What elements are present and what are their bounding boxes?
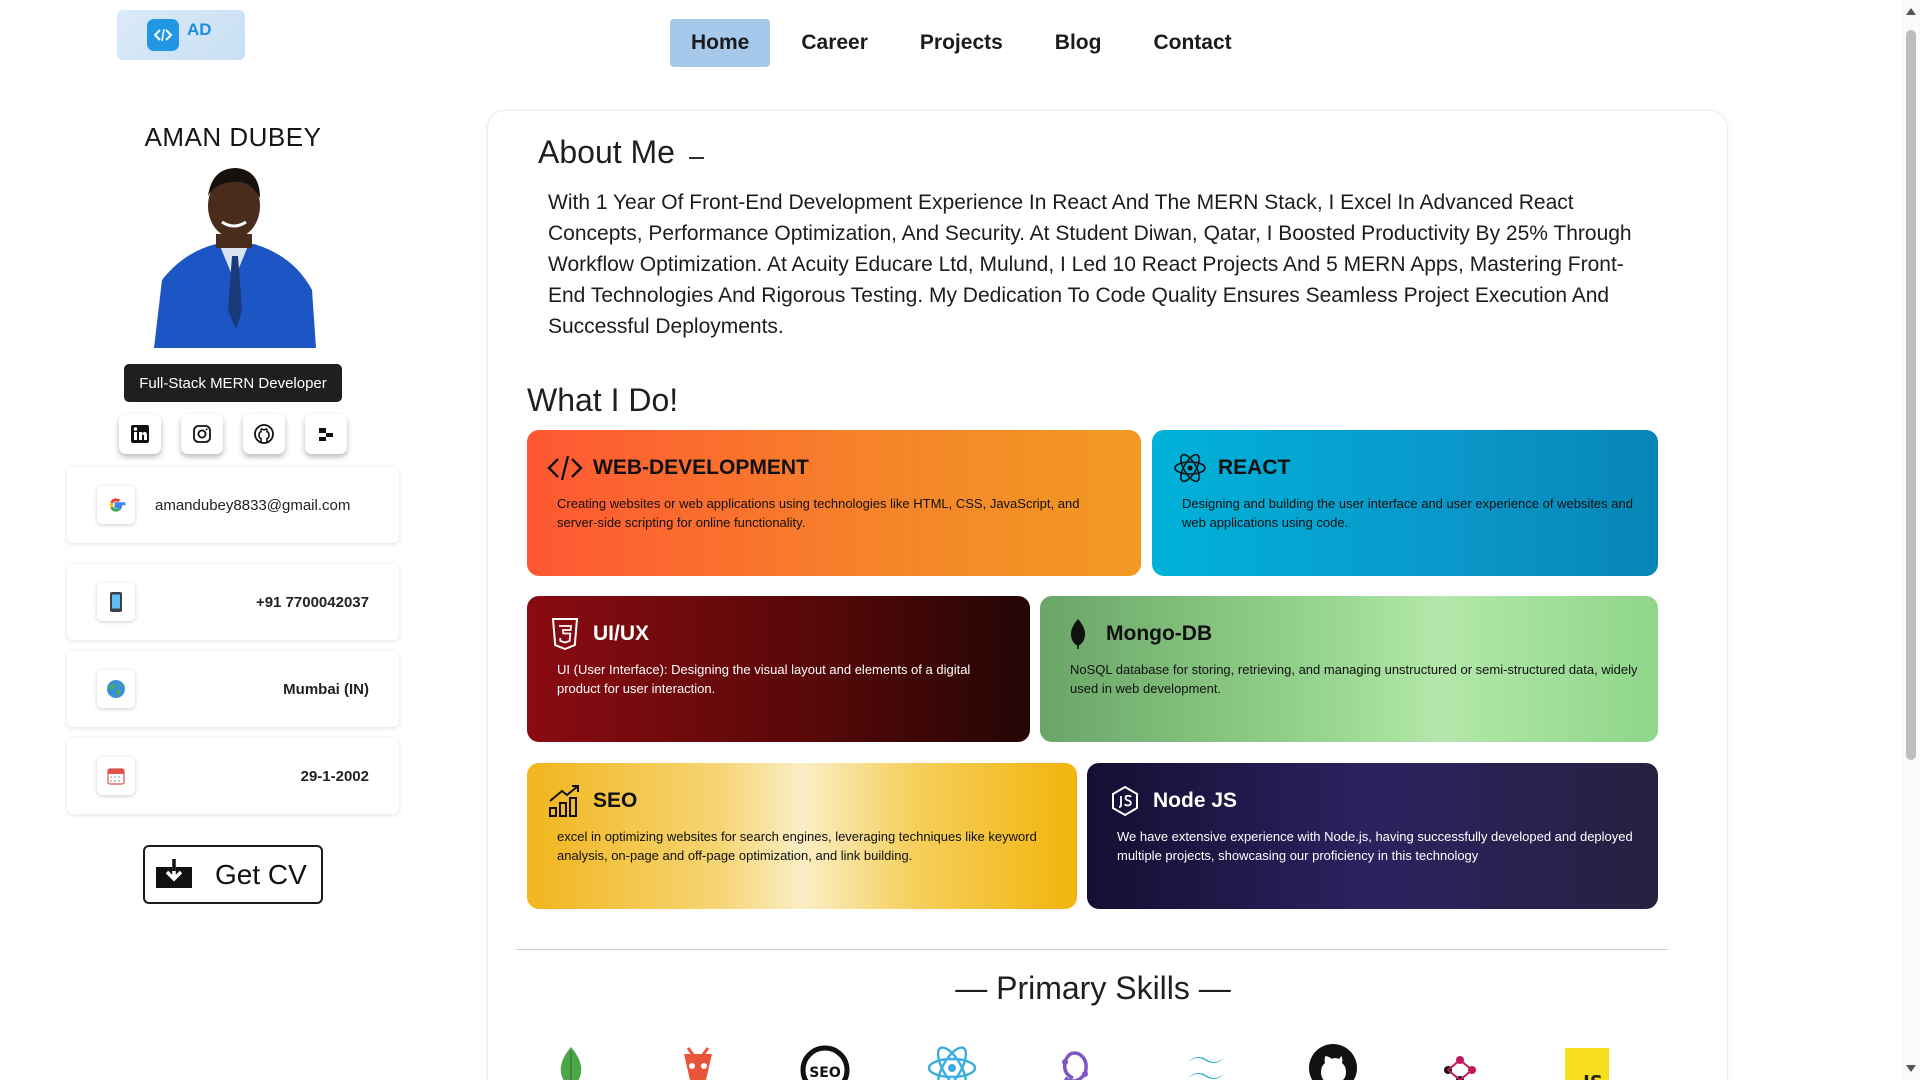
get-cv-label: Get CV [215, 858, 307, 890]
service-card-ui-ux[interactable]: UI/UX UI (User Interface): Designing the… [527, 596, 1030, 742]
service-title: WEB-DEVELOPMENT [593, 456, 809, 479]
service-card-mongodb[interactable]: Mongo-DB NoSQL database for storing, ret… [1040, 596, 1658, 742]
mobile-phone-icon [97, 583, 135, 621]
dob-card: 29-1-2002 [67, 738, 399, 814]
nav-home[interactable]: Home [670, 19, 771, 67]
service-title: Mongo-DB [1106, 622, 1213, 645]
get-cv-button[interactable]: Get CV [143, 845, 323, 904]
section-divider [516, 949, 1668, 950]
react-icon [1172, 452, 1208, 484]
graphql-icon [1434, 1042, 1486, 1080]
page-scrollbar[interactable] [1902, 0, 1920, 1080]
service-card-web-development[interactable]: WEB-DEVELOPMENT Creating websites or web… [527, 430, 1141, 576]
logo-text: AD [187, 20, 212, 39]
tailwind-icon [1180, 1042, 1232, 1080]
nav-career[interactable]: Career [780, 19, 889, 67]
react-icon [926, 1042, 978, 1080]
service-card-react[interactable]: REACT Designing and building the user in… [1152, 430, 1658, 576]
redux-icon [1053, 1042, 1105, 1080]
service-title: SEO [593, 789, 638, 812]
skills-section-title: — Primary Skills — [0, 970, 1920, 1007]
service-description: excel in optimizing websites for search … [557, 829, 1037, 863]
svg-text:SEO: SEO [809, 1065, 841, 1080]
role-badge: Full-Stack MERN Developer [124, 364, 342, 402]
service-description: Creating websites or web applications us… [557, 496, 1080, 530]
phone-card: +91 7700042037 [67, 564, 399, 640]
nav-projects[interactable]: Projects [899, 19, 1024, 67]
service-card-nodejs[interactable]: Node JS We have extensive experience wit… [1087, 763, 1658, 909]
title-dash [688, 156, 704, 159]
dob-text: 29-1-2002 [300, 767, 369, 785]
download-icon [155, 857, 193, 892]
skills-icon-row: SEO JS [545, 1042, 1688, 1080]
google-icon [97, 486, 135, 524]
github-icon[interactable] [243, 414, 285, 454]
service-description: NoSQL database for storing, retrieving, … [1070, 662, 1638, 696]
about-section-title: About Me [538, 134, 704, 171]
service-description: Designing and building the user interfac… [1182, 496, 1633, 530]
title-dash: — [1189, 970, 1231, 1006]
title-dash: — [955, 970, 997, 1006]
scroll-down-arrow-icon[interactable] [1906, 1065, 1916, 1072]
profile-photo [154, 160, 316, 348]
service-title: UI/UX [593, 622, 650, 645]
github-icon [1307, 1042, 1359, 1080]
about-title-text: About Me [538, 134, 675, 170]
mongodb-icon [545, 1042, 597, 1080]
location-card: Mumbai (IN) [67, 651, 399, 727]
nav-contact[interactable]: Contact [1132, 19, 1252, 67]
whatido-title: What I Do! [527, 382, 679, 418]
code-icon [547, 452, 583, 484]
html5-icon [547, 618, 583, 650]
phone-text[interactable]: +91 7700042037 [256, 594, 369, 611]
svg-text:JS: JS [1581, 1072, 1603, 1080]
email-text[interactable]: amandubey8833@gmail.com [155, 497, 350, 514]
location-text: Mumbai (IN) [283, 680, 369, 698]
nodejs-icon [1107, 785, 1143, 817]
scroll-thumb[interactable] [1906, 30, 1916, 760]
service-title: REACT [1218, 456, 1291, 479]
javascript-icon: JS [1561, 1042, 1613, 1080]
code-icon [147, 19, 179, 51]
email-card: amandubey8833@gmail.com [67, 467, 399, 543]
site-logo[interactable]: AD [117, 10, 245, 60]
skills-title-text: Primary Skills [996, 970, 1190, 1006]
express-icon [672, 1042, 724, 1080]
profile-name: AMAN DUBEY [144, 122, 322, 152]
social-links [119, 414, 367, 454]
linkedin-icon[interactable] [119, 414, 161, 454]
about-paragraph: With 1 Year Of Front-End Development Exp… [548, 191, 1632, 338]
scroll-up-arrow-icon[interactable] [1906, 8, 1916, 15]
nav-blog[interactable]: Blog [1034, 19, 1123, 67]
service-title: Node JS [1153, 789, 1238, 812]
calendar-icon [97, 757, 135, 795]
instagram-icon[interactable] [181, 414, 223, 454]
growth-chart-icon [547, 785, 583, 817]
mongodb-leaf-icon [1060, 618, 1096, 650]
service-card-seo[interactable]: SEO excel in optimizing websites for sea… [527, 763, 1077, 909]
service-description: UI (User Interface): Designing the visua… [557, 662, 971, 696]
globe-icon [97, 670, 135, 708]
service-description: We have extensive experience with Node.j… [1117, 829, 1633, 863]
dev-profile-icon[interactable] [305, 414, 347, 454]
seo-icon: SEO [799, 1042, 851, 1080]
main-nav: Home Career Projects Blog Contact [670, 19, 1263, 67]
